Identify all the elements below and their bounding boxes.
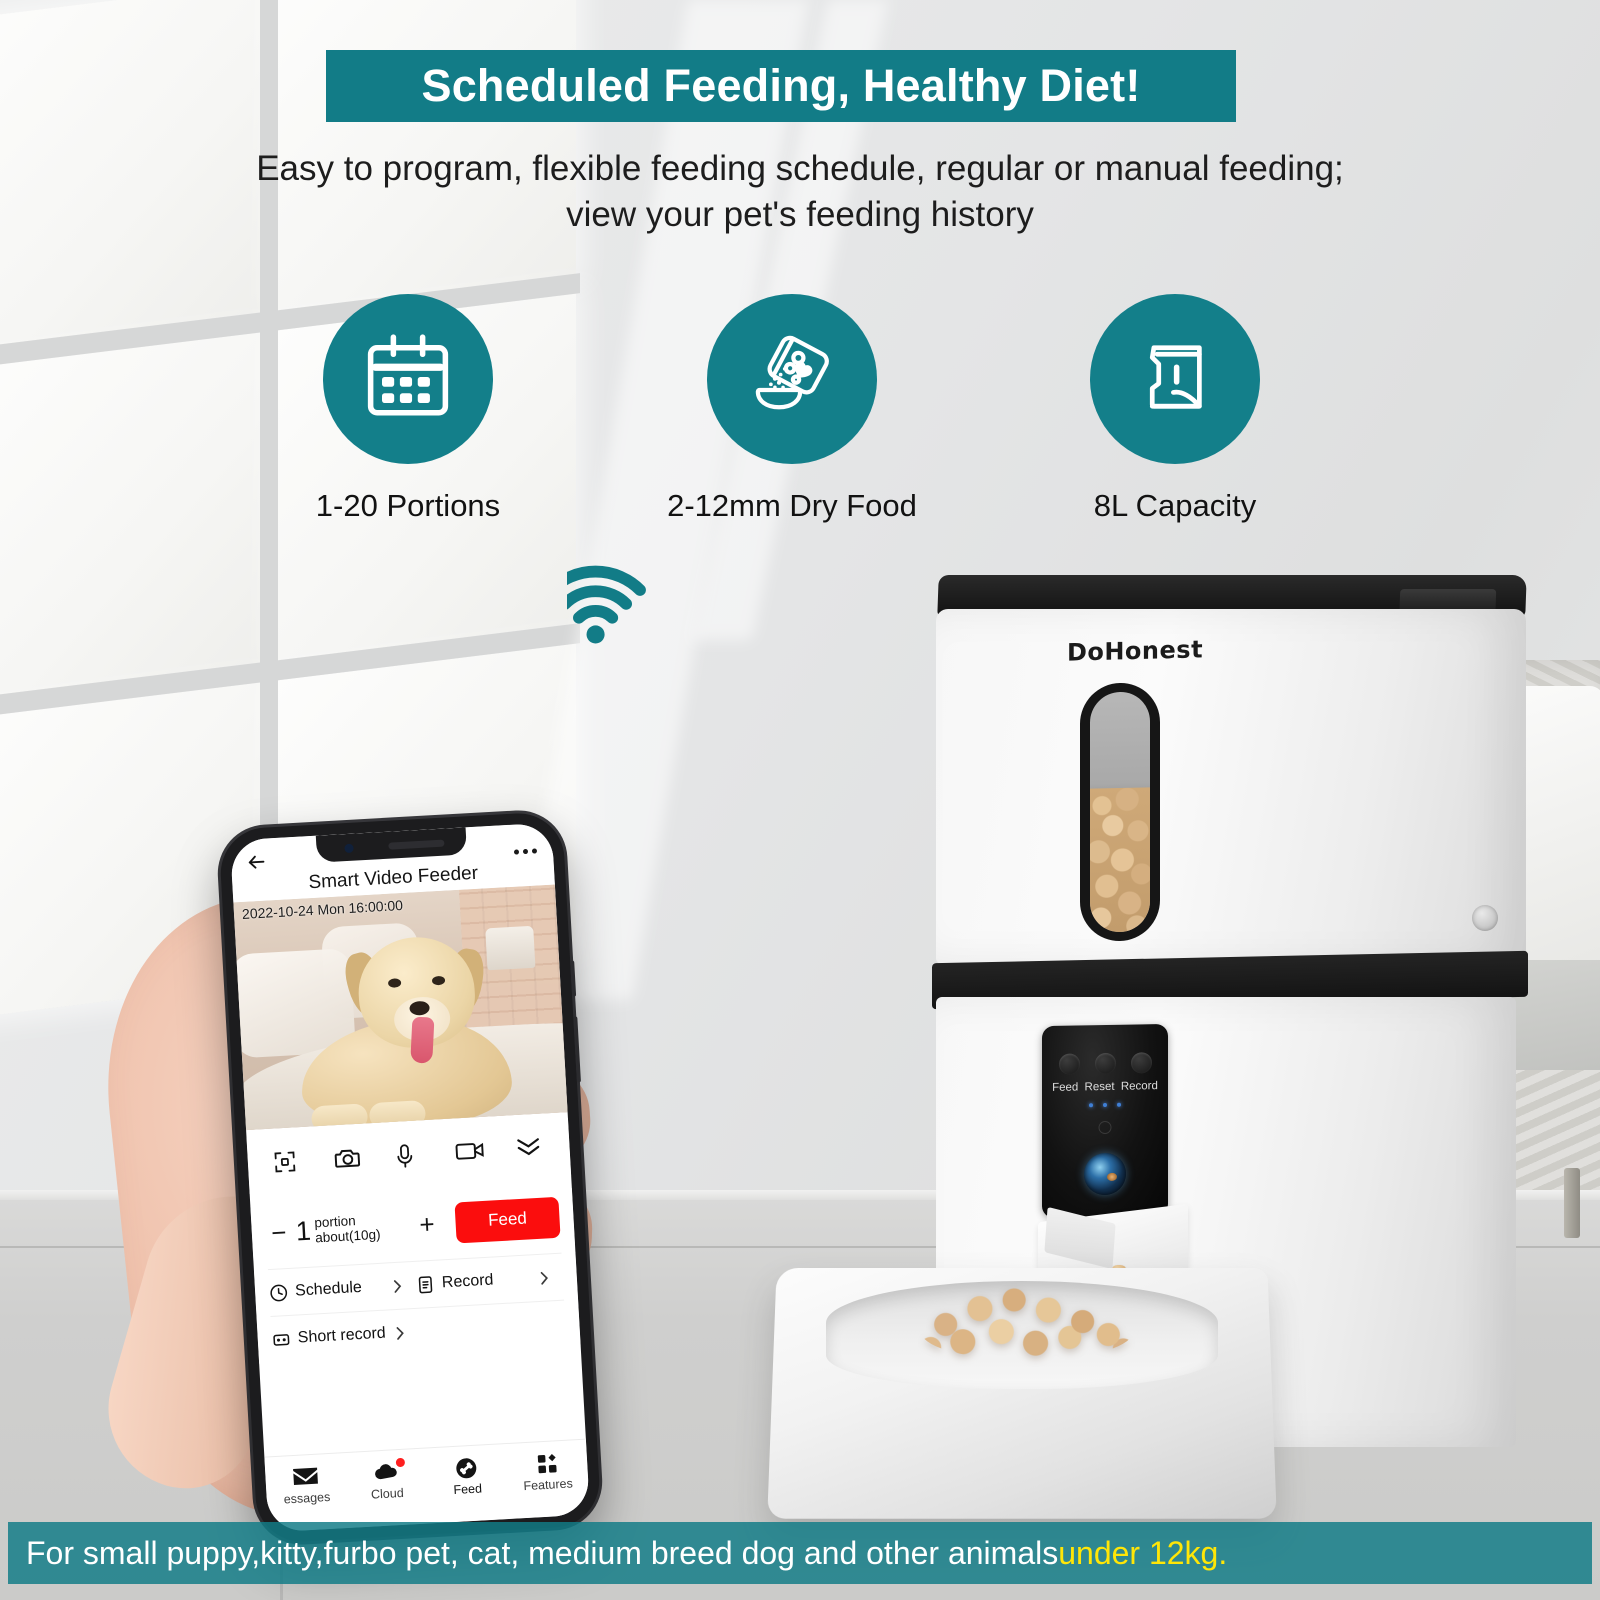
open-food-container-icon xyxy=(1123,325,1227,434)
document-icon xyxy=(415,1274,435,1294)
tab-cloud[interactable]: Cloud xyxy=(345,1457,428,1503)
menu-item-schedule[interactable]: Schedule xyxy=(269,1275,417,1302)
tab-features[interactable]: Features xyxy=(506,1451,589,1494)
headline-text: Scheduled Feeding, Healthy Diet! xyxy=(421,60,1141,111)
chevron-right-icon xyxy=(393,1278,403,1293)
headline-banner: Scheduled Feeding, Healthy Diet! xyxy=(326,50,1236,122)
tab-label: Features xyxy=(523,1476,574,1494)
bottom-banner: For small puppy,kitty,furbo pet, cat, me… xyxy=(8,1522,1592,1584)
menu-item-short-record[interactable]: Short record xyxy=(271,1322,419,1349)
calendar-icon xyxy=(356,325,460,434)
feature-label: 1-20 Portions xyxy=(315,488,501,523)
grid-features-icon xyxy=(533,1452,560,1475)
app-tab-bar: essages Cloud Feed Features xyxy=(264,1438,591,1533)
portion-increase-button[interactable]: + xyxy=(413,1209,440,1240)
feature-portions: 1-20 Portions xyxy=(248,294,568,524)
clock-icon xyxy=(269,1282,289,1302)
short-record-icon xyxy=(271,1329,291,1349)
video-control-toolbar xyxy=(246,1118,572,1194)
kibble-level-window xyxy=(1080,682,1160,942)
feed-button[interactable]: Feed xyxy=(454,1196,561,1243)
food-bag-pouring-into-bowl-icon xyxy=(740,325,844,434)
feature-label: 2-12mm Dry Food xyxy=(667,488,917,523)
led-indicators xyxy=(1042,1102,1168,1108)
app-menu-links: Schedule Record Short record xyxy=(253,1251,581,1364)
camera-lens xyxy=(1084,1152,1126,1196)
tab-messages[interactable]: essages xyxy=(265,1464,348,1507)
food-bowl xyxy=(767,1265,1277,1519)
dog xyxy=(293,925,534,1131)
pet-feeder-device: DoHonest Feed Reset Record xyxy=(760,565,1550,1525)
live-video-view[interactable]: 2022-10-24 Mon 16:00:00 xyxy=(233,884,568,1131)
device-reset-button[interactable] xyxy=(1095,1052,1116,1075)
portion-selector: − 1 portion about(10g) + Feed xyxy=(250,1187,575,1262)
notification-badge xyxy=(395,1457,405,1468)
chevron-right-icon xyxy=(395,1325,405,1340)
scene-background: Scheduled Feeding, Healthy Diet! Easy to… xyxy=(0,0,1600,1600)
portion-unit: portion about(10g) xyxy=(314,1212,381,1246)
device-record-button[interactable] xyxy=(1131,1052,1152,1074)
container-icon-bubble xyxy=(1090,294,1260,464)
portion-decrease-button[interactable]: − xyxy=(265,1217,292,1248)
subheadline-line-1: Easy to program, flexible feeding schedu… xyxy=(256,149,1344,188)
app-title: Smart Video Feeder xyxy=(307,862,479,894)
feature-label: 8L Capacity xyxy=(1093,488,1257,523)
subheadline-line-2: view your pet's feeding history xyxy=(566,195,1034,234)
camera-icon[interactable] xyxy=(332,1146,363,1174)
portion-count: 1 xyxy=(294,1215,312,1246)
front-camera-icon xyxy=(344,843,354,854)
menu-label: Schedule xyxy=(294,1278,363,1300)
back-arrow-icon[interactable] xyxy=(245,850,268,873)
more-options-icon[interactable] xyxy=(513,848,538,855)
hand-holding-phone: Smart Video Feeder 2022-10-24 Mon 16:00:… xyxy=(88,810,680,1590)
device-button-label: Reset xyxy=(1084,1080,1115,1094)
chevron-double-down-icon[interactable] xyxy=(515,1135,546,1163)
smartphone: Smart Video Feeder 2022-10-24 Mon 16:00:… xyxy=(218,810,602,1545)
device-button-label: Feed xyxy=(1052,1081,1079,1094)
sensor-port xyxy=(1472,905,1498,931)
device-button-labels: Feed Reset Record xyxy=(1042,1080,1168,1094)
tab-feed[interactable]: Feed xyxy=(426,1455,509,1498)
phone-power-button[interactable] xyxy=(573,1016,581,1083)
menu-spacer xyxy=(419,1324,566,1332)
portion-unit-line-2: about(10g) xyxy=(314,1226,381,1246)
menu-item-record[interactable]: Record xyxy=(415,1267,563,1294)
feature-capacity: 8L Capacity xyxy=(1015,294,1335,524)
tab-label: essages xyxy=(283,1489,331,1507)
chevron-right-icon xyxy=(539,1270,549,1285)
fullscreen-icon[interactable] xyxy=(271,1149,302,1177)
phone-screen: Smart Video Feeder 2022-10-24 Mon 16:00:… xyxy=(229,822,591,1533)
device-control-panel: Feed Reset Record xyxy=(1042,1023,1168,1219)
tab-label: Cloud xyxy=(370,1485,405,1502)
feature-dry-food: 2-12mm Dry Food xyxy=(632,294,952,524)
food-bag-icon-bubble xyxy=(707,294,877,464)
cloud-icon xyxy=(373,1457,405,1484)
phone-volume-button[interactable] xyxy=(570,960,577,997)
dry-kibble-in-bowl xyxy=(920,1287,1134,1359)
bottom-banner-text: For small puppy,kitty,furbo pet, cat, me… xyxy=(26,1534,1059,1571)
menu-label: Short record xyxy=(297,1324,387,1347)
calendar-icon-bubble xyxy=(323,294,493,464)
tab-label: Feed xyxy=(453,1481,483,1498)
bone-icon xyxy=(453,1457,480,1480)
bottom-banner-highlight: under 12kg. xyxy=(1058,1534,1228,1571)
speaker-grill xyxy=(388,839,445,850)
device-button-label: Record xyxy=(1120,1080,1158,1093)
video-camera-icon[interactable] xyxy=(454,1139,485,1167)
power-ring-icon xyxy=(1098,1120,1112,1135)
envelope-icon xyxy=(292,1466,319,1489)
subheadline: Easy to program, flexible feeding schedu… xyxy=(0,146,1600,238)
kibble-inside-hopper xyxy=(1090,787,1150,933)
device-feed-button[interactable] xyxy=(1059,1053,1080,1075)
wifi-signal-icon xyxy=(545,548,687,658)
microphone-icon[interactable] xyxy=(393,1142,424,1170)
menu-label: Record xyxy=(441,1271,494,1292)
